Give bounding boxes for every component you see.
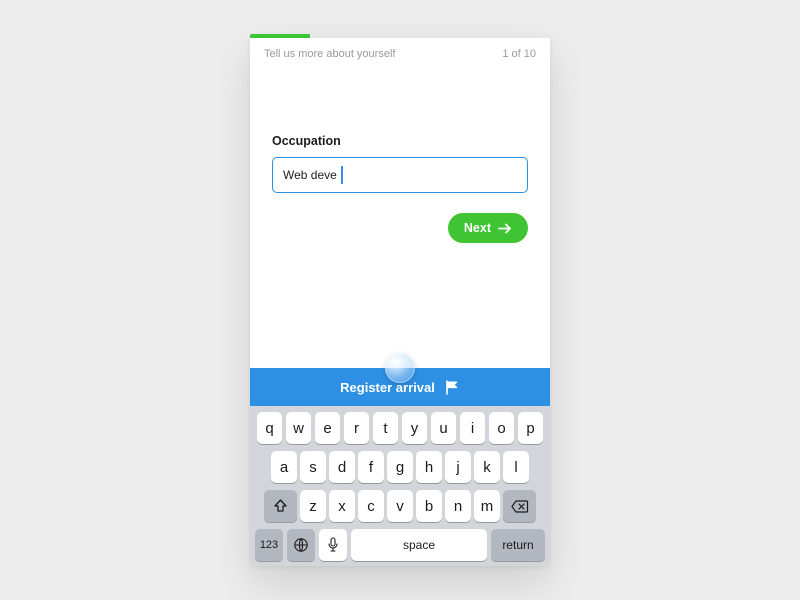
key-k[interactable]: k [474,451,500,483]
mic-icon [327,537,339,553]
occupation-label: Occupation [272,134,528,148]
key-y[interactable]: y [402,412,428,444]
numbers-key[interactable]: 123 [255,529,283,561]
keyboard-row-2: asdfghjkl [253,451,547,483]
key-c[interactable]: c [358,490,384,522]
key-o[interactable]: o [489,412,515,444]
key-g[interactable]: g [387,451,413,483]
key-m[interactable]: m [474,490,500,522]
step-indicator: 1 of 10 [502,48,536,60]
next-button[interactable]: Next [448,213,528,243]
key-i[interactable]: i [460,412,486,444]
backspace-key[interactable] [503,490,536,522]
occupation-input[interactable] [272,157,528,193]
progress-track [250,34,550,38]
progress-fill [250,34,310,38]
key-x[interactable]: x [329,490,355,522]
key-n[interactable]: n [445,490,471,522]
key-b[interactable]: b [416,490,442,522]
phone-frame: Tell us more about yourself 1 of 10 Occu… [250,34,550,566]
arrow-right-icon [498,223,512,234]
virtual-keyboard: qwertyuiop asdfghjkl zxcvbnm 123 [250,406,550,566]
key-w[interactable]: w [286,412,312,444]
key-h[interactable]: h [416,451,442,483]
space-key[interactable]: space [351,529,487,561]
shift-icon [273,499,288,513]
key-r[interactable]: r [344,412,370,444]
register-arrival-bar[interactable]: Register arrival [250,368,550,406]
key-s[interactable]: s [300,451,326,483]
header: Tell us more about yourself 1 of 10 [250,38,550,60]
keyboard-row-1: qwertyuiop [253,412,547,444]
backspace-icon [511,500,529,513]
key-v[interactable]: v [387,490,413,522]
occupation-input-wrap [272,157,528,193]
shift-key[interactable] [264,490,297,522]
globe-icon [293,537,309,553]
key-z[interactable]: z [300,490,326,522]
key-j[interactable]: j [445,451,471,483]
key-d[interactable]: d [329,451,355,483]
keyboard-row-3: zxcvbnm [253,490,547,522]
key-e[interactable]: e [315,412,341,444]
register-arrival-label: Register arrival [340,380,435,395]
key-u[interactable]: u [431,412,457,444]
key-f[interactable]: f [358,451,384,483]
flag-icon [445,380,460,395]
key-l[interactable]: l [503,451,529,483]
mic-key[interactable] [319,529,347,561]
text-caret [341,166,343,184]
form-content: Occupation Next [250,60,550,368]
key-p[interactable]: p [518,412,544,444]
key-q[interactable]: q [257,412,283,444]
next-button-label: Next [464,221,491,235]
header-prompt: Tell us more about yourself [264,48,395,60]
key-t[interactable]: t [373,412,399,444]
keyboard-row-4: 123 space return [253,529,547,561]
key-a[interactable]: a [271,451,297,483]
return-key[interactable]: return [491,529,545,561]
globe-key[interactable] [287,529,315,561]
